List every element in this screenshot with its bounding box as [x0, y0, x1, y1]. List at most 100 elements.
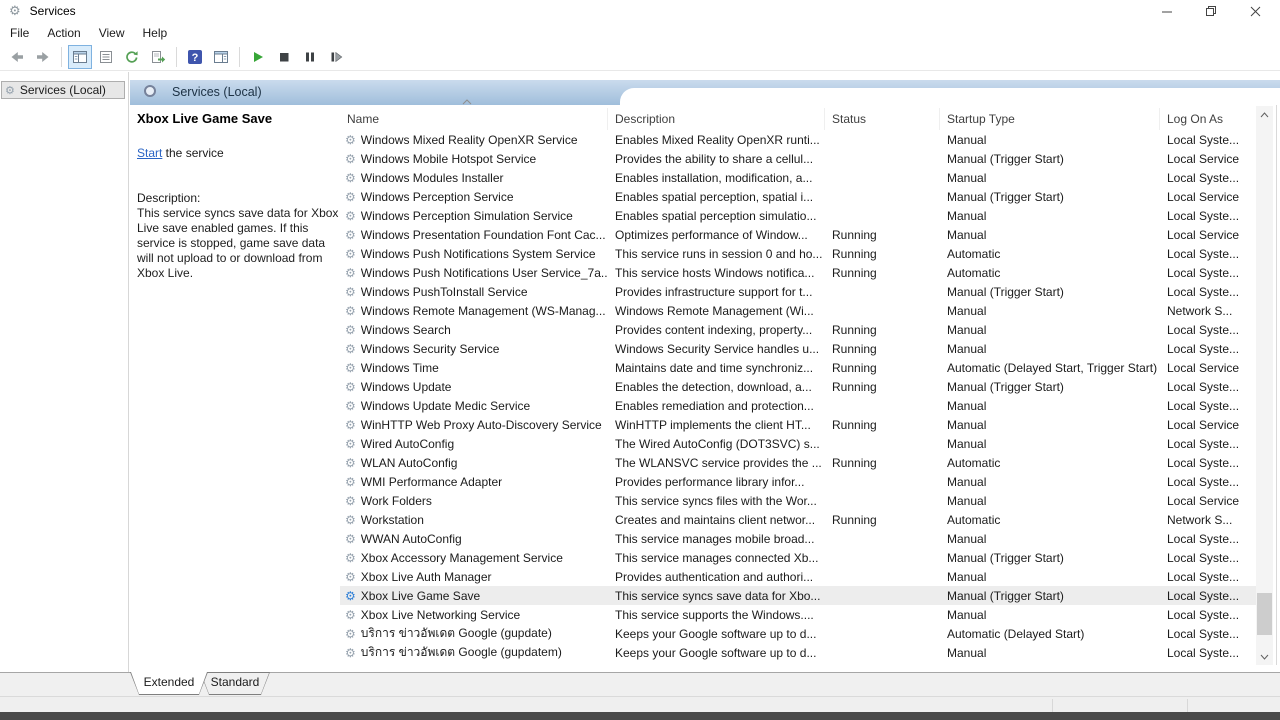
service-name: Work Folders [361, 494, 432, 508]
start-service-button[interactable] [246, 45, 270, 69]
help-button[interactable]: ? [183, 45, 207, 69]
table-row[interactable]: ⚙Windows Security ServiceWindows Securit… [340, 339, 1256, 358]
service-name-cell: ⚙Windows Presentation Foundation Font Ca… [340, 228, 608, 242]
table-row[interactable]: ⚙Xbox Live Networking ServiceThis servic… [340, 605, 1256, 624]
service-gear-icon: ⚙ [345, 419, 356, 431]
minimize-button[interactable] [1145, 0, 1189, 22]
close-button[interactable] [1233, 0, 1277, 22]
service-description: Windows Security Service handles u... [608, 342, 825, 356]
service-description: Enables the detection, download, a... [608, 380, 825, 394]
status-separator [1187, 699, 1188, 712]
restore-button[interactable] [1189, 0, 1233, 22]
service-name: Windows Security Service [361, 342, 500, 356]
scroll-up-button[interactable] [1256, 106, 1273, 123]
service-log-on-as: Local Syste... [1160, 342, 1256, 356]
column-header-name[interactable]: Name [340, 108, 608, 130]
table-row[interactable]: ⚙บริการ ข่าวอัพเดต Google (gupdate)Keeps… [340, 624, 1256, 643]
service-description: Enables spatial perception, spatial i... [608, 190, 825, 204]
table-row[interactable]: ⚙Windows Mixed Reality OpenXR ServiceEna… [340, 130, 1256, 149]
menu-action[interactable]: Action [38, 24, 89, 42]
tab-standard[interactable]: Standard [200, 672, 270, 695]
menu-help[interactable]: Help [134, 24, 177, 42]
menu-view[interactable]: View [90, 24, 134, 42]
service-gear-icon: ⚙ [345, 457, 356, 469]
service-name: Windows Perception Service [361, 190, 514, 204]
menu-file[interactable]: File [1, 24, 38, 42]
table-row[interactable]: ⚙Xbox Accessory Management ServiceThis s… [340, 548, 1256, 567]
service-status: Running [825, 228, 940, 242]
tab-extended[interactable]: Extended [130, 672, 208, 695]
service-name: Windows Search [361, 323, 451, 337]
table-row[interactable]: ⚙WinHTTP Web Proxy Auto-Discovery Servic… [340, 415, 1256, 434]
service-name-cell: ⚙Workstation [340, 513, 608, 527]
table-row[interactable]: ⚙Windows Mobile Hotspot ServiceProvides … [340, 149, 1256, 168]
table-row[interactable]: ⚙Windows Presentation Foundation Font Ca… [340, 225, 1256, 244]
table-row[interactable]: ⚙Xbox Live Game SaveThis service syncs s… [340, 586, 1256, 605]
service-log-on-as: Local Syste... [1160, 646, 1256, 660]
service-description: Provides content indexing, property... [608, 323, 825, 337]
service-log-on-as: Local Syste... [1160, 380, 1256, 394]
table-row[interactable]: ⚙บริการ ข่าวอัพเดต Google (gupdatem)Keep… [340, 643, 1256, 662]
service-gear-icon: ⚙ [345, 533, 356, 545]
service-startup-type: Automatic [940, 456, 1160, 470]
table-row[interactable]: ⚙Windows Update Medic ServiceEnables rem… [340, 396, 1256, 415]
service-startup-type: Manual (Trigger Start) [940, 551, 1160, 565]
service-log-on-as: Local Syste... [1160, 266, 1256, 280]
start-service-link[interactable]: Start [137, 146, 162, 160]
scroll-down-button[interactable] [1256, 648, 1273, 665]
table-row[interactable]: ⚙Work FoldersThis service syncs files wi… [340, 491, 1256, 510]
table-row[interactable]: ⚙Windows Modules InstallerEnables instal… [340, 168, 1256, 187]
properties-button[interactable] [94, 45, 118, 69]
service-log-on-as: Local Syste... [1160, 456, 1256, 470]
table-row[interactable]: ⚙Windows Perception ServiceEnables spati… [340, 187, 1256, 206]
tab-standard-label: Standard [200, 672, 270, 693]
restart-service-button[interactable] [324, 45, 348, 69]
table-row[interactable]: ⚙Windows Push Notifications System Servi… [340, 244, 1256, 263]
table-row[interactable]: ⚙Windows Remote Management (WS-Manag...W… [340, 301, 1256, 320]
service-description: Keeps your Google software up to d... [608, 627, 825, 641]
back-button[interactable] [5, 45, 29, 69]
table-row[interactable]: ⚙WorkstationCreates and maintains client… [340, 510, 1256, 529]
column-header-status[interactable]: Status [825, 108, 940, 130]
service-log-on-as: Local Syste... [1160, 285, 1256, 299]
table-row[interactable]: ⚙Windows TimeMaintains date and time syn… [340, 358, 1256, 377]
service-name: Xbox Live Game Save [361, 589, 480, 603]
service-description: This service manages connected Xb... [608, 551, 825, 565]
table-row[interactable]: ⚙Xbox Live Auth ManagerProvides authenti… [340, 567, 1256, 586]
service-name: Windows Update Medic Service [361, 399, 530, 413]
column-header-description[interactable]: Description [608, 108, 825, 130]
service-log-on-as: Local Syste... [1160, 133, 1256, 147]
pause-service-button[interactable] [298, 45, 322, 69]
table-row[interactable]: ⚙Windows PushToInstall ServiceProvides i… [340, 282, 1256, 301]
console-tree-icon [72, 49, 88, 65]
service-name-cell: ⚙Xbox Accessory Management Service [340, 551, 608, 565]
table-row[interactable]: ⚙Windows Push Notifications User Service… [340, 263, 1256, 282]
refresh-button[interactable] [120, 45, 144, 69]
show-action-pane-button[interactable] [209, 45, 233, 69]
vertical-scrollbar[interactable] [1256, 106, 1273, 665]
service-log-on-as: Local Syste... [1160, 551, 1256, 565]
export-list-button[interactable] [146, 45, 170, 69]
service-description: Creates and maintains client networ... [608, 513, 825, 527]
help-icon: ? [187, 49, 203, 65]
service-startup-type: Manual (Trigger Start) [940, 190, 1160, 204]
service-name: Windows Perception Simulation Service [361, 209, 573, 223]
services-gear-icon: ⚙ [5, 85, 15, 96]
table-row[interactable]: ⚙WWAN AutoConfigThis service manages mob… [340, 529, 1256, 548]
table-row[interactable]: ⚙Windows UpdateEnables the detection, do… [340, 377, 1256, 396]
scrollbar-thumb[interactable] [1257, 593, 1272, 635]
table-row[interactable]: ⚙WMI Performance AdapterProvides perform… [340, 472, 1256, 491]
column-header-log-on-as[interactable]: Log On As [1160, 108, 1256, 130]
column-header-startup-type[interactable]: Startup Type [940, 108, 1160, 130]
list-header: Name Description Status Startup Type Log… [340, 108, 1256, 130]
table-row[interactable]: ⚙Wired AutoConfigThe Wired AutoConfig (D… [340, 434, 1256, 453]
service-gear-icon: ⚙ [345, 267, 356, 279]
sidebar-item-services-local[interactable]: ⚙ Services (Local) [1, 81, 125, 99]
forward-button[interactable] [31, 45, 55, 69]
service-name: Windows Modules Installer [361, 171, 504, 185]
stop-service-button[interactable] [272, 45, 296, 69]
table-row[interactable]: ⚙WLAN AutoConfigThe WLANSVC service prov… [340, 453, 1256, 472]
table-row[interactable]: ⚙Windows SearchProvides content indexing… [340, 320, 1256, 339]
table-row[interactable]: ⚙Windows Perception Simulation ServiceEn… [340, 206, 1256, 225]
show-console-tree-button[interactable] [68, 45, 92, 69]
